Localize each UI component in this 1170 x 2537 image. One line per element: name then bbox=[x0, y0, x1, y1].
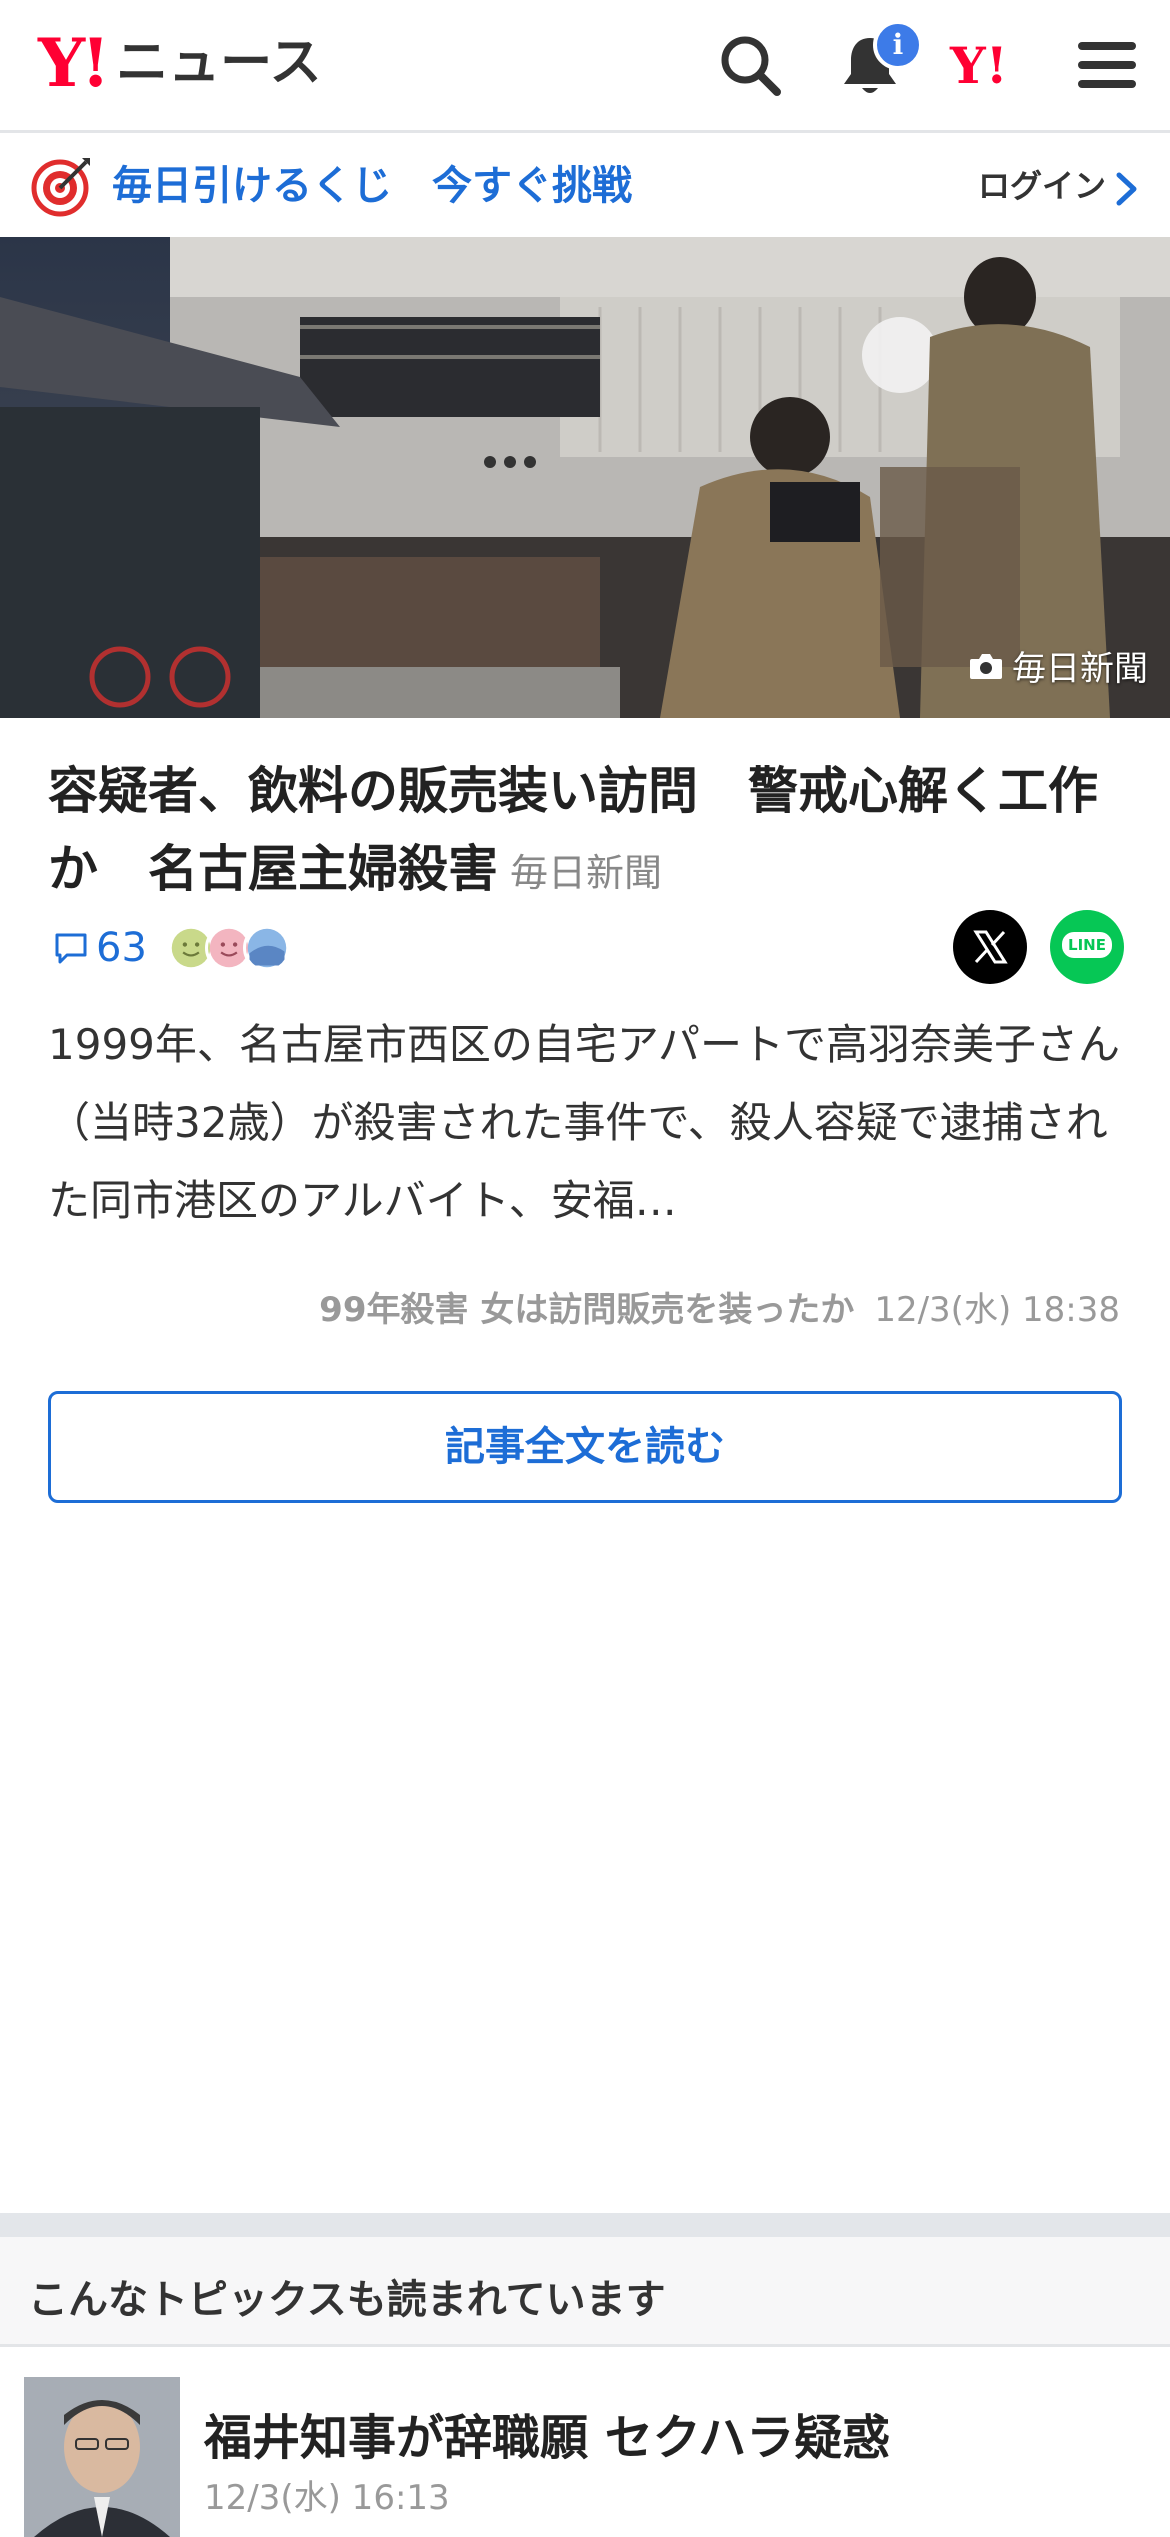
lottery-link[interactable]: 毎日引けるくじ 今すぐ挑戦 bbox=[112, 158, 632, 214]
topic-photo bbox=[24, 2377, 180, 2537]
notification-badge: i bbox=[873, 20, 923, 70]
section-divider bbox=[0, 2213, 1170, 2237]
yahoo-japan-icon[interactable]: Y! bbox=[950, 36, 1030, 96]
sad-face-icon bbox=[242, 924, 291, 972]
logo-text: ニュース bbox=[116, 33, 322, 93]
x-logo-icon bbox=[973, 930, 1008, 964]
share-x-button[interactable] bbox=[953, 910, 1027, 984]
read-full-article-button[interactable]: 記事全文を読む bbox=[48, 1391, 1122, 1503]
line-logo-text: LINE bbox=[1062, 932, 1112, 958]
topic-timestamp: 12/3(水) 16:13 bbox=[204, 2478, 450, 2518]
chevron-right-icon bbox=[1116, 172, 1137, 206]
topic-title[interactable]: 福井知事が辞職願 セクハラ疑惑 bbox=[204, 2398, 890, 2468]
article-summary[interactable]: 1999年、名古屋市西区の自宅アパートで高羽奈美子さん（当時32歳）が殺害された… bbox=[48, 1006, 1128, 1240]
article-source: 毎日新聞 bbox=[510, 851, 663, 895]
hamburger-menu-icon[interactable] bbox=[1072, 30, 1142, 100]
logo-mark: Y! bbox=[38, 24, 110, 102]
topics-heading: こんなトピックスも読まれています bbox=[28, 2277, 666, 2323]
article-hero-image[interactable]: 毎日新聞 bbox=[0, 237, 1170, 718]
topics-section-header: こんなトピックスも読まれています bbox=[0, 2237, 1170, 2347]
reaction-faces bbox=[166, 924, 291, 972]
article-timestamp: 12/3(水) 18:38 bbox=[874, 1290, 1120, 1330]
related-headline: 99年殺害 女は訪問販売を装ったか bbox=[319, 1290, 855, 1330]
comment-count: 63 bbox=[96, 925, 147, 971]
share-line-button[interactable]: LINE bbox=[1050, 910, 1124, 984]
lottery-promo-bar: 毎日引けるくじ 今すぐ挑戦 ログイン bbox=[0, 136, 1170, 236]
related-headline-row[interactable]: 99年殺害 女は訪問販売を装ったか 12/3(水) 18:38 bbox=[319, 1282, 1120, 1331]
target-icon bbox=[31, 158, 90, 217]
yahoo-news-logo[interactable]: Y! ニュース bbox=[38, 28, 322, 98]
article-title[interactable]: 容疑者、飲料の販売装い訪問 警戒心解く工作か 名古屋主婦殺害 毎日新聞 bbox=[48, 752, 1128, 912]
search-icon[interactable] bbox=[715, 30, 785, 100]
topic-thumbnail[interactable] bbox=[24, 2377, 180, 2537]
photo-credit: 毎日新聞 bbox=[968, 641, 1148, 690]
comments-link[interactable]: 63 bbox=[52, 918, 291, 978]
login-link[interactable]: ログイン bbox=[978, 164, 1106, 208]
camera-icon bbox=[970, 653, 1002, 679]
photo-credit-text: 毎日新聞 bbox=[1012, 649, 1148, 689]
top-header: Y! ニュース i Y! bbox=[0, 0, 1170, 133]
comment-icon bbox=[55, 933, 87, 964]
